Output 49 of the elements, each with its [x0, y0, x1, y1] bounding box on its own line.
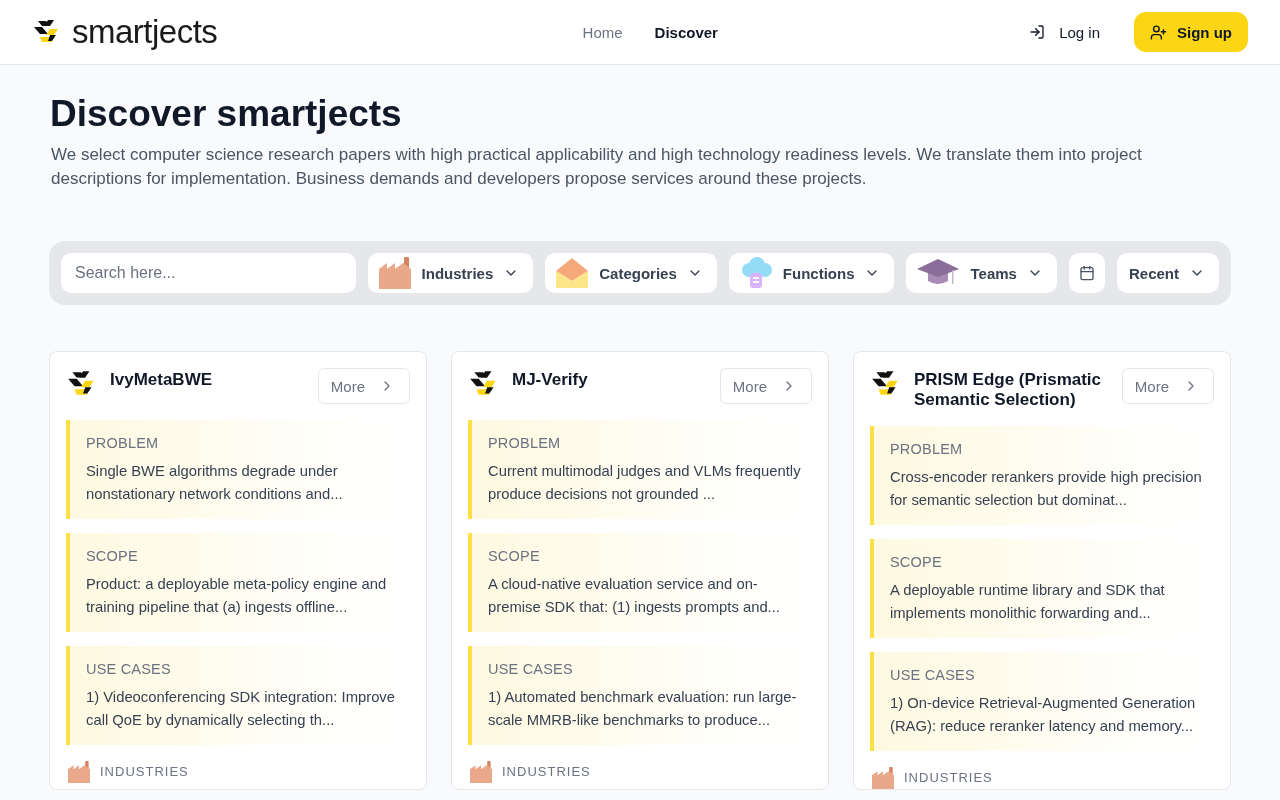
section-text: 1) Videoconferencing SDK integration: Improve call QoE by dynamically selecting th... — [86, 688, 396, 730]
card-title: PRISM Edge (Prismatic Semantic Selection) — [914, 369, 1103, 410]
page-title: Discover smartjects — [50, 93, 403, 135]
section-label: PROBLEM — [86, 435, 160, 451]
factory-icon — [377, 257, 412, 289]
nav-link[interactable]: Home — [582, 23, 623, 41]
more-button[interactable]: More — [719, 368, 812, 404]
date-filter-button[interactable] — [1068, 253, 1105, 293]
section-label: SCOPE — [86, 548, 139, 564]
section-text: 1) Automated benchmark evaluation: run large-scale MMRB-like benchmarks to produce... — [488, 688, 798, 730]
section-label: SCOPE — [488, 548, 541, 564]
section-text: Current multimodal judges and VLMs frequently produce decisions not grounded ... — [488, 462, 802, 504]
brand-name: smartjects — [72, 13, 218, 51]
section-label: SCOPE — [890, 554, 943, 570]
section-label: USE CASES — [890, 667, 976, 683]
signup-button[interactable]: Sign up — [1134, 12, 1248, 52]
search-field[interactable]: Search here... — [61, 253, 356, 293]
industries-label: INDUSTRIES — [502, 765, 591, 779]
industries-label: INDUSTRIES — [904, 771, 993, 785]
sort-dropdown[interactable]: Recent — [1116, 253, 1219, 293]
more-button[interactable]: More — [317, 368, 410, 404]
login-button[interactable]: Log in — [1023, 22, 1106, 42]
user-plus-icon — [1150, 23, 1167, 41]
section-text: Cross-encoder rerankers provide high precision for semantic selection but dominat... — [890, 468, 1203, 510]
page-description: We select computer science research papers with high practical applicability and high technology readiness levels. We translate them into project descriptions for implementation. Business demands and developers propose services around these projects. — [51, 144, 1143, 190]
section-label: PROBLEM — [488, 435, 562, 451]
section-label: PROBLEM — [890, 441, 964, 457]
section-label: USE CASES — [86, 661, 172, 677]
envelope-icon — [555, 257, 590, 289]
calendar-icon — [1078, 265, 1095, 281]
section-text: A deployable runtime library and SDK that implements monolithic forwarding and... — [890, 581, 1166, 623]
filter-dropdown[interactable]: Categories — [545, 253, 717, 293]
section-text: Product: a deployable meta-policy engine and training pipeline that (a) ingests offline... — [86, 575, 388, 617]
nav-link[interactable]: Discover — [654, 23, 718, 41]
filter-dropdown[interactable]: Functions — [728, 253, 895, 293]
card-title: MJ-Verify — [512, 369, 589, 390]
factory-icon — [870, 767, 896, 789]
filter-dropdown[interactable]: Teams — [906, 253, 1057, 293]
section-label: USE CASES — [488, 661, 574, 677]
section-text: A cloud-native evaluation service and on-premise SDK that: (1) ingests prompts and... — [488, 575, 781, 617]
card-title: IvyMetaBWE — [110, 369, 214, 390]
login-icon — [1029, 24, 1046, 40]
section-text: 1) On-device Retrieval-Augmented Generation (RAG): reduce reranker latency and memory... — [890, 694, 1197, 736]
section-text: Single BWE algorithms degrade under nonstationary network conditions and... — [86, 462, 344, 504]
factory-icon — [66, 761, 92, 783]
industries-label: INDUSTRIES — [100, 765, 189, 779]
more-button[interactable]: More — [1121, 368, 1214, 404]
factory-icon — [468, 761, 494, 783]
filter-dropdown[interactable]: Industries — [367, 253, 534, 293]
